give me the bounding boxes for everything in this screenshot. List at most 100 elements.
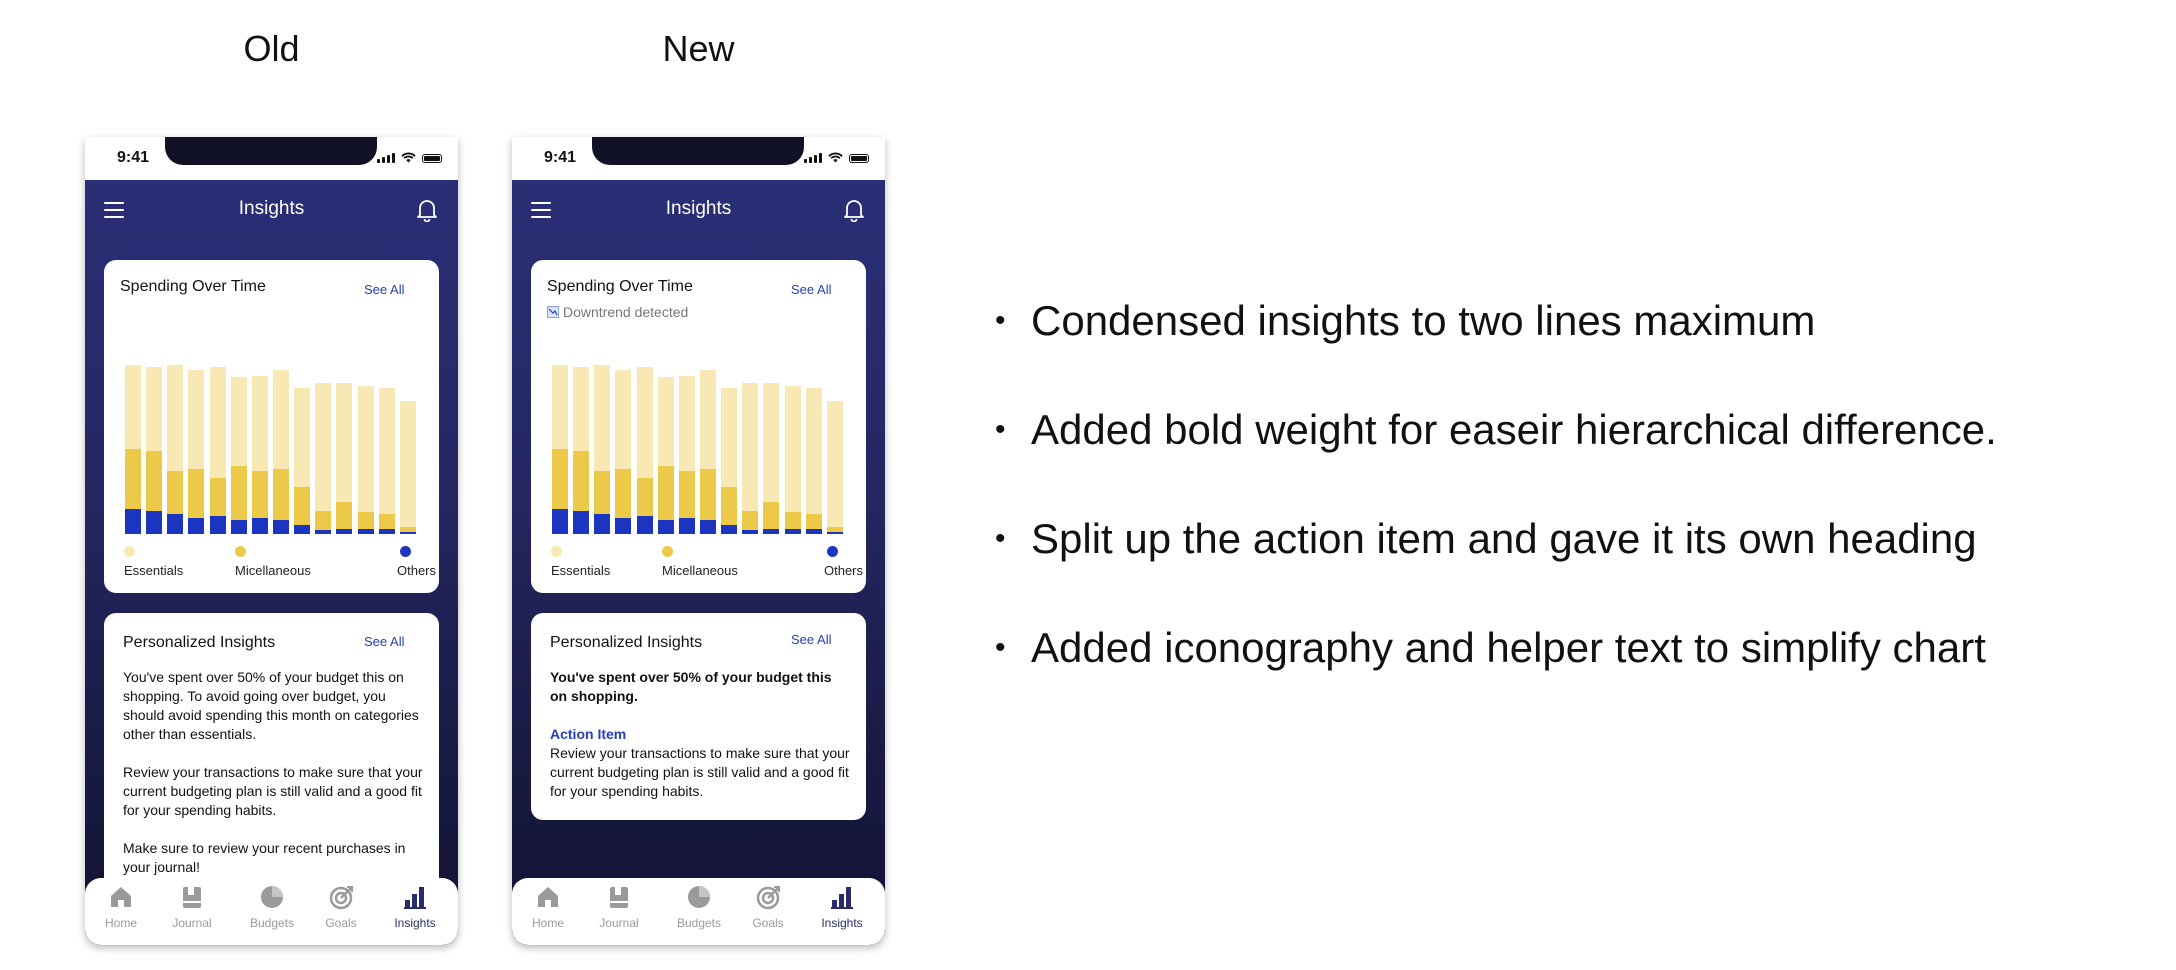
- stacked-bar: [188, 370, 205, 534]
- stacked-bar: [784, 386, 801, 534]
- bar-segment-others: [125, 508, 141, 534]
- legend-dot-miscellaneous: [235, 546, 246, 557]
- insights-see-all-link[interactable]: See All: [791, 632, 831, 647]
- stacked-bar: [378, 388, 395, 534]
- tab-home[interactable]: Home: [91, 884, 151, 930]
- stacked-bar: [742, 382, 759, 534]
- spending-see-all-link[interactable]: See All: [791, 282, 831, 297]
- tab-budgets[interactable]: Budgets: [669, 884, 729, 930]
- legend-dot-others: [400, 546, 411, 557]
- bar-segment-essentials: [230, 377, 247, 466]
- goals-icon: [329, 886, 353, 910]
- bar-segment-essentials: [721, 388, 738, 488]
- stacked-bar: [805, 388, 822, 534]
- bar-segment-essentials: [657, 377, 674, 466]
- tab-goals[interactable]: Goals: [738, 884, 798, 930]
- stacked-bar: [230, 377, 247, 534]
- tab-home[interactable]: Home: [518, 884, 578, 930]
- bar-segment-essentials: [594, 364, 611, 472]
- stacked-bar: [552, 364, 568, 534]
- stacked-bar: [167, 364, 184, 534]
- old-column-label: Old: [243, 28, 300, 69]
- bottom-tab-bar: Home Journal Budgets Goals Insights: [85, 878, 458, 945]
- bar-segment-micellaneous: [573, 451, 590, 511]
- bar-segment-essentials: [742, 382, 759, 511]
- bar-segment-micellaneous: [146, 451, 163, 511]
- bar-segment-micellaneous: [315, 510, 332, 531]
- tab-label-insights: Insights: [821, 916, 863, 930]
- bar-segment-essentials: [251, 375, 268, 472]
- stacked-bar: [125, 364, 141, 534]
- bell-icon[interactable]: [843, 198, 865, 222]
- legend-dot-essentials: [124, 546, 135, 557]
- legend-label-others: Others: [824, 563, 864, 578]
- legend-label-essentials: Essentials: [551, 563, 611, 578]
- bar-segment-micellaneous: [784, 512, 801, 529]
- stacked-bar: [826, 400, 843, 534]
- bar-segment-essentials: [678, 375, 695, 472]
- bar-segment-micellaneous: [357, 512, 374, 529]
- bar-segment-others: [594, 514, 611, 534]
- bar-segment-essentials: [615, 370, 632, 470]
- old-phone-screen: 9:41 Insights Spending Over Time See All…: [85, 137, 458, 945]
- bottom-tab-bar: Home Journal Budgets Goals Insights: [512, 878, 885, 945]
- tab-budgets[interactable]: Budgets: [242, 884, 302, 930]
- bar-segment-micellaneous: [763, 501, 780, 529]
- tab-journal[interactable]: Journal: [589, 884, 649, 930]
- bar-segment-others: [763, 528, 780, 534]
- signal-icon: [377, 153, 395, 163]
- stacked-bar: [636, 366, 653, 534]
- budgets-icon: [261, 886, 283, 908]
- bar-segment-essentials: [125, 364, 141, 450]
- bar-segment-others: [357, 528, 374, 534]
- change-note-item: Condensed insights to two lines maximum: [995, 296, 2145, 346]
- stacked-bar: [251, 375, 268, 534]
- insight-paragraph-1: You've spent over 50% of your budget thi…: [123, 669, 419, 742]
- insights-icon: [404, 887, 426, 909]
- bar-segment-micellaneous: [721, 487, 738, 525]
- change-notes-list: Condensed insights to two lines maximum …: [995, 296, 2145, 732]
- stacked-bar: [315, 382, 332, 534]
- insights-see-all-link[interactable]: See All: [364, 634, 404, 649]
- device-notch: [165, 137, 377, 165]
- tab-insights[interactable]: Insights: [385, 884, 445, 930]
- bar-segment-others: [573, 510, 590, 534]
- legend-dot-others: [827, 546, 838, 557]
- stacked-bar: [700, 370, 716, 534]
- bar-segment-micellaneous: [273, 469, 289, 520]
- screen-title: Insights: [238, 198, 305, 219]
- spending-bar-chart: [552, 354, 848, 534]
- tab-label-budgets: Budgets: [676, 916, 722, 930]
- bar-segment-micellaneous: [615, 469, 632, 518]
- bar-segment-micellaneous: [742, 510, 759, 531]
- tab-label-journal: Journal: [172, 916, 212, 930]
- action-item-text: Review your transactions to make sure th…: [550, 745, 850, 799]
- tab-journal[interactable]: Journal: [162, 884, 222, 930]
- stacked-bar: [399, 400, 416, 534]
- tab-label-goals: Goals: [752, 916, 784, 930]
- insight-paragraph-2: Review your transactions to make sure th…: [123, 764, 423, 818]
- device-notch: [592, 137, 804, 165]
- wifi-icon: [401, 152, 416, 163]
- stacked-bar: [357, 386, 374, 534]
- bell-icon[interactable]: [416, 198, 438, 222]
- tab-insights[interactable]: Insights: [812, 884, 872, 930]
- goals-icon: [756, 886, 780, 910]
- bar-segment-micellaneous: [636, 478, 653, 516]
- bar-segment-essentials: [209, 366, 226, 479]
- bar-segment-others: [742, 530, 759, 534]
- stacked-bar: [209, 366, 226, 534]
- bar-segment-essentials: [552, 364, 568, 450]
- bar-segment-others: [146, 510, 163, 534]
- tab-goals[interactable]: Goals: [311, 884, 371, 930]
- insight-paragraph-3: Make sure to review your recent purchase…: [123, 840, 406, 875]
- bar-segment-essentials: [336, 382, 353, 502]
- bar-segment-others: [636, 516, 653, 534]
- status-time: 9:41: [544, 149, 577, 166]
- bar-segment-essentials: [146, 366, 163, 452]
- trend-helper-text: Downtrend detected: [547, 304, 688, 320]
- app-bar: Insights: [85, 180, 458, 240]
- bar-segment-micellaneous: [336, 501, 353, 529]
- stacked-bar: [594, 364, 611, 534]
- spending-see-all-link[interactable]: See All: [364, 282, 404, 297]
